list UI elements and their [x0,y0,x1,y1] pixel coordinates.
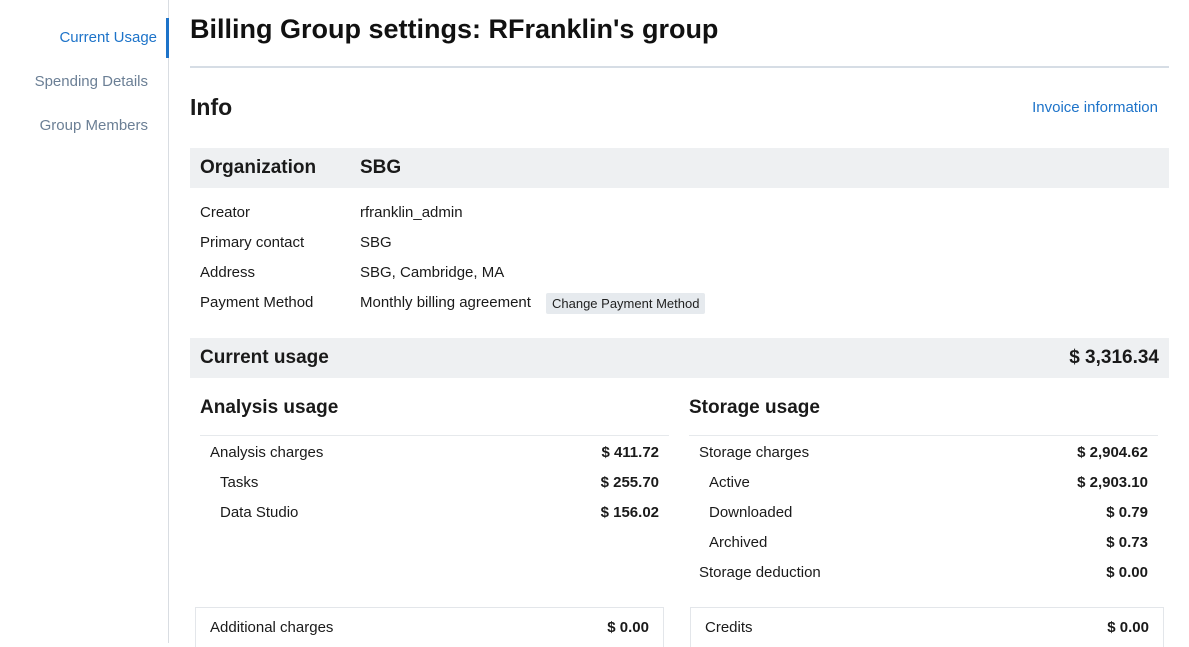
page-title: Billing Group settings: RFranklin's grou… [190,14,719,44]
divider [200,435,669,436]
organization-band: Organization SBG [190,148,1169,188]
analysis-item-row-tasks: Tasks $ 255.70 [210,474,659,494]
analysis-item-label: Data Studio [220,504,299,521]
sidebar-item-group-members[interactable]: Group Members [40,106,168,146]
analysis-item-amount: $ 255.70 [600,474,659,491]
analysis-charges-amount: $ 411.72 [601,444,659,461]
analysis-usage-heading: Analysis usage [200,397,339,418]
sidebar: Current Usage Spending Details Group Mem… [0,0,169,643]
credits-box: Credits $ 0.00 [690,607,1164,647]
current-usage-label: Current usage [200,347,329,368]
sidebar-item-spending-details[interactable]: Spending Details [35,62,168,102]
info-row-label: Creator [200,204,251,221]
additional-charges-label: Additional charges [210,619,334,636]
info-row-value: rfranklin_admin [360,204,463,221]
storage-deduction-label: Storage deduction [699,564,821,581]
storage-item-label: Active [709,474,750,491]
storage-item-row-archived: Archived $ 0.73 [699,534,1148,554]
storage-charges-label: Storage charges [699,444,810,461]
storage-item-row-active: Active $ 2,903.10 [699,474,1148,494]
storage-deduction-row: Storage deduction $ 0.00 [699,564,1148,584]
sidebar-item-current-usage[interactable]: Current Usage [59,18,169,58]
storage-usage-heading: Storage usage [689,397,820,418]
current-usage-total: $ 3,316.34 [1069,347,1159,368]
info-row-label: Address [200,264,256,281]
storage-item-amount: $ 0.73 [1106,534,1148,551]
change-payment-method-button[interactable]: Change Payment Method [546,293,706,314]
analysis-charges-label: Analysis charges [210,444,324,461]
info-heading: Info [190,94,233,120]
storage-item-label: Downloaded [709,504,793,521]
current-usage-band: Current usage $ 3,316.34 [190,338,1169,378]
info-row-label: Primary contact [200,234,305,251]
sidebar-item-label: Current Usage [59,29,157,46]
storage-deduction-amount: $ 0.00 [1106,564,1148,581]
info-row-value: SBG [360,234,392,251]
invoice-information-link[interactable]: Invoice information [1032,99,1158,116]
organization-value: SBG [360,157,402,178]
analysis-item-label: Tasks [220,474,259,491]
analysis-item-row-data-studio: Data Studio $ 156.02 [210,504,659,524]
storage-item-amount: $ 0.79 [1106,504,1148,521]
divider [689,435,1158,436]
sidebar-item-label: Group Members [39,117,148,134]
storage-charges-row: Storage charges $ 2,904.62 [699,444,1148,464]
analysis-charges-row: Analysis charges $ 411.72 [210,444,659,464]
additional-charges-amount: $ 0.00 [607,619,649,636]
info-row-value: Monthly billing agreement [360,294,531,311]
organization-label: Organization [200,157,317,178]
storage-item-amount: $ 2,903.10 [1077,474,1148,491]
title-divider [190,66,1169,68]
analysis-item-amount: $ 156.02 [600,504,659,521]
storage-charges-amount: $ 2,904.62 [1077,444,1148,461]
additional-charges-box: Additional charges $ 0.00 [195,607,664,647]
sidebar-item-label: Spending Details [34,73,148,90]
info-row-label: Payment Method [200,294,314,311]
credits-amount: $ 0.00 [1107,619,1149,636]
storage-item-label: Archived [709,534,768,551]
storage-item-row-downloaded: Downloaded $ 0.79 [699,504,1148,524]
info-row-value: SBG, Cambridge, MA [360,264,505,281]
credits-label: Credits [705,619,753,636]
